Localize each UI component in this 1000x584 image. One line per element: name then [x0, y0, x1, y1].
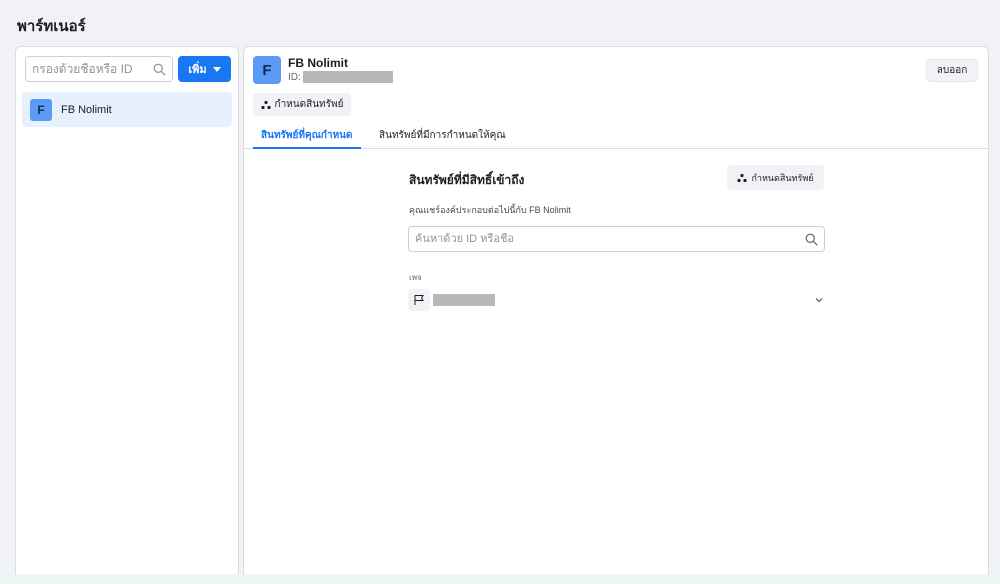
assign-assets-label-secondary: กำหนดสินทรัพย์ [751, 172, 814, 183]
partner-id-label: ID: [288, 71, 301, 83]
section-title: สินทรัพย์ที่มีสิทธิ์เข้าถึง [409, 173, 525, 187]
chevron-down-icon[interactable] [814, 295, 824, 305]
redacted-id [302, 71, 393, 83]
partner-item-label: FB Nolimit [61, 103, 112, 116]
add-button-label: เพิ่ม [188, 64, 207, 76]
remove-partner-button[interactable]: ลบออก [926, 59, 978, 82]
people-icon [737, 173, 748, 182]
section-description: คุณแชร์องค์ประกอบต่อไปนี้กับ FB Nolimit [409, 205, 571, 215]
flag-icon [408, 289, 430, 311]
partner-list-panel: เพิ่ม F FB Nolimit [15, 46, 239, 584]
add-button[interactable]: เพิ่ม [178, 56, 231, 82]
partner-avatar-large: F [253, 56, 281, 84]
assign-assets-label: กำหนดสินทรัพย์ [274, 99, 344, 110]
group-label: เพจ [409, 273, 422, 282]
page-asset-row[interactable] [408, 288, 826, 312]
asset-search-input[interactable] [415, 233, 805, 245]
partner-name: FB Nolimit [288, 56, 348, 70]
partner-id: ID: [288, 71, 393, 83]
people-icon [260, 100, 271, 109]
search-icon [805, 233, 818, 246]
redacted-page-name [433, 294, 495, 306]
tab-assets-you-assigned[interactable]: สินทรัพย์ที่คุณกำหนด [253, 128, 361, 149]
partner-detail-panel: F FB Nolimit ID: ลบออก กำหนดสินทรัพย์ สิ… [243, 46, 989, 584]
filter-input[interactable] [32, 62, 142, 76]
filter-field[interactable] [25, 56, 173, 82]
partner-avatar: F [30, 98, 52, 121]
asset-search-field[interactable] [408, 226, 825, 252]
assign-assets-button[interactable]: กำหนดสินทรัพย์ [253, 93, 351, 116]
search-icon [153, 63, 166, 76]
assign-assets-button-secondary[interactable]: กำหนดสินทรัพย์ [727, 165, 824, 190]
caret-down-icon [212, 66, 221, 72]
content-area [244, 150, 988, 583]
bottom-strip [0, 574, 1000, 584]
tab-bar: สินทรัพย์ที่คุณกำหนด สินทรัพย์ที่มีการกำ… [244, 125, 988, 149]
partner-list-item[interactable]: F FB Nolimit [22, 92, 232, 127]
page-title: พาร์ทเนอร์ [17, 18, 86, 35]
tab-assets-assigned-to-you[interactable]: สินทรัพย์ที่มีการกำหนดให้คุณ [379, 128, 506, 149]
